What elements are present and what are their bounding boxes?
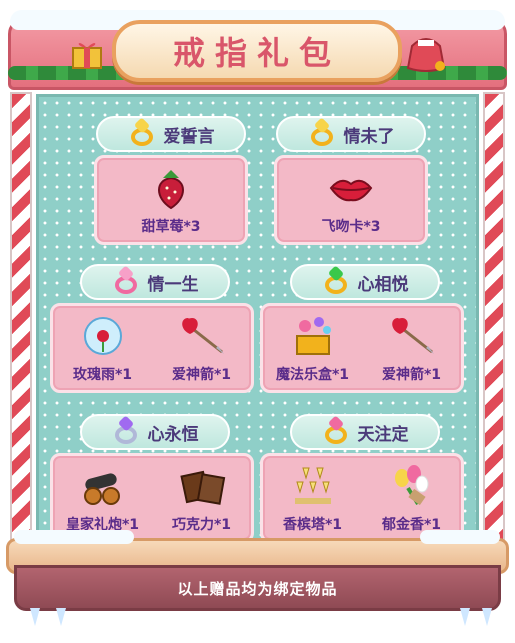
gift-item[interactable]: 玫瑰雨*1 <box>53 306 152 390</box>
gift-item[interactable]: 巧克力*1 <box>152 456 251 540</box>
cannon-icon <box>83 473 120 505</box>
pack-card-mutual-joy: 魔法乐盒*1 爱神箭*1 <box>260 303 464 393</box>
pack-name: 爱誓言 <box>163 126 215 147</box>
gift-item[interactable]: 郁金香*1 <box>362 456 461 540</box>
icicle <box>482 608 492 626</box>
vip-ring-icon <box>308 117 336 148</box>
icicle <box>30 608 40 626</box>
pack-tab-destined[interactable]: 天注定 <box>290 414 440 450</box>
pack-card-endless-love: 飞吻卡*3 <box>274 155 428 245</box>
title-plate: 戒指礼包 <box>112 20 402 82</box>
item-label: 香槟塔*1 <box>282 517 343 533</box>
pack-name: 天注定 <box>357 424 409 445</box>
page-title: 戒指礼包 <box>172 34 341 72</box>
cupid-arrow-icon <box>391 318 434 354</box>
pack-name: 心永恒 <box>147 424 199 445</box>
pack-card-love-vow: 甜草莓*3 <box>94 155 248 245</box>
pack-name: 情一生 <box>147 274 199 295</box>
candy-cane-pole-left <box>10 92 32 552</box>
pack-card-lifetime-love: 玫瑰雨*1 爱神箭*1 <box>50 303 254 393</box>
item-label: 爱神箭*1 <box>171 367 232 383</box>
rose-globe-icon <box>83 317 122 355</box>
gift-item[interactable]: 皇家礼炮*1 <box>53 456 152 540</box>
footer-bar: 以上赠品均为绑定物品 <box>14 565 501 611</box>
base-snow <box>14 530 134 544</box>
pink-ring-icon <box>112 265 140 296</box>
candy-cane-pole-right <box>483 92 505 552</box>
cupid-arrow-icon <box>181 318 224 354</box>
chocolate-icon <box>179 470 225 505</box>
pack-tab-eternal-heart[interactable]: 心永恒 <box>80 414 230 450</box>
santa-sack-icon <box>406 38 446 72</box>
base-snow <box>420 530 500 544</box>
gift-item[interactable]: 飞吻卡*3 <box>277 158 425 242</box>
pack-name: 情未了 <box>343 126 395 147</box>
ring-gift-pack-window: 戒指礼包 爱誓言 甜草莓*3 情未了 飞吻卡*3 情一生 玫瑰雨*1 爱神箭*1… <box>0 0 515 643</box>
item-label: 玫瑰雨*1 <box>72 367 133 383</box>
item-label: 巧克力*1 <box>171 517 232 533</box>
gift-item[interactable]: 甜草莓*3 <box>97 158 245 242</box>
music-box-icon <box>295 317 331 355</box>
footer-note: 以上赠品均为绑定物品 <box>177 579 338 598</box>
heart-ring-icon <box>112 415 140 446</box>
pack-tab-lifetime-love[interactable]: 情一生 <box>80 264 230 300</box>
item-label: 甜草莓*3 <box>141 219 201 235</box>
icicle <box>460 608 470 626</box>
gift-item[interactable]: 爱神箭*1 <box>152 306 251 390</box>
strawberry-icon <box>158 170 184 210</box>
lips-icon <box>329 179 373 202</box>
emerald-ring-icon <box>322 265 350 296</box>
vip-heart-ring-icon <box>322 415 350 446</box>
icicle <box>56 608 66 626</box>
tulip-icon <box>394 465 428 506</box>
champagne-tower-icon <box>294 467 331 504</box>
gift-item[interactable]: 魔法乐盒*1 <box>263 306 362 390</box>
item-label: 飞吻卡*3 <box>321 219 381 235</box>
gold-ring-icon <box>128 117 156 148</box>
gift-item[interactable]: 香槟塔*1 <box>263 456 362 540</box>
pack-name: 心相悦 <box>357 274 409 295</box>
gift-box-icon <box>72 43 102 69</box>
item-label: 魔法乐盒*1 <box>275 367 350 383</box>
item-label: 爱神箭*1 <box>381 367 442 383</box>
gift-item[interactable]: 爱神箭*1 <box>362 306 461 390</box>
pack-tab-love-vow[interactable]: 爱誓言 <box>96 116 246 152</box>
pack-tab-endless-love[interactable]: 情未了 <box>276 116 426 152</box>
pack-tab-mutual-joy[interactable]: 心相悦 <box>290 264 440 300</box>
